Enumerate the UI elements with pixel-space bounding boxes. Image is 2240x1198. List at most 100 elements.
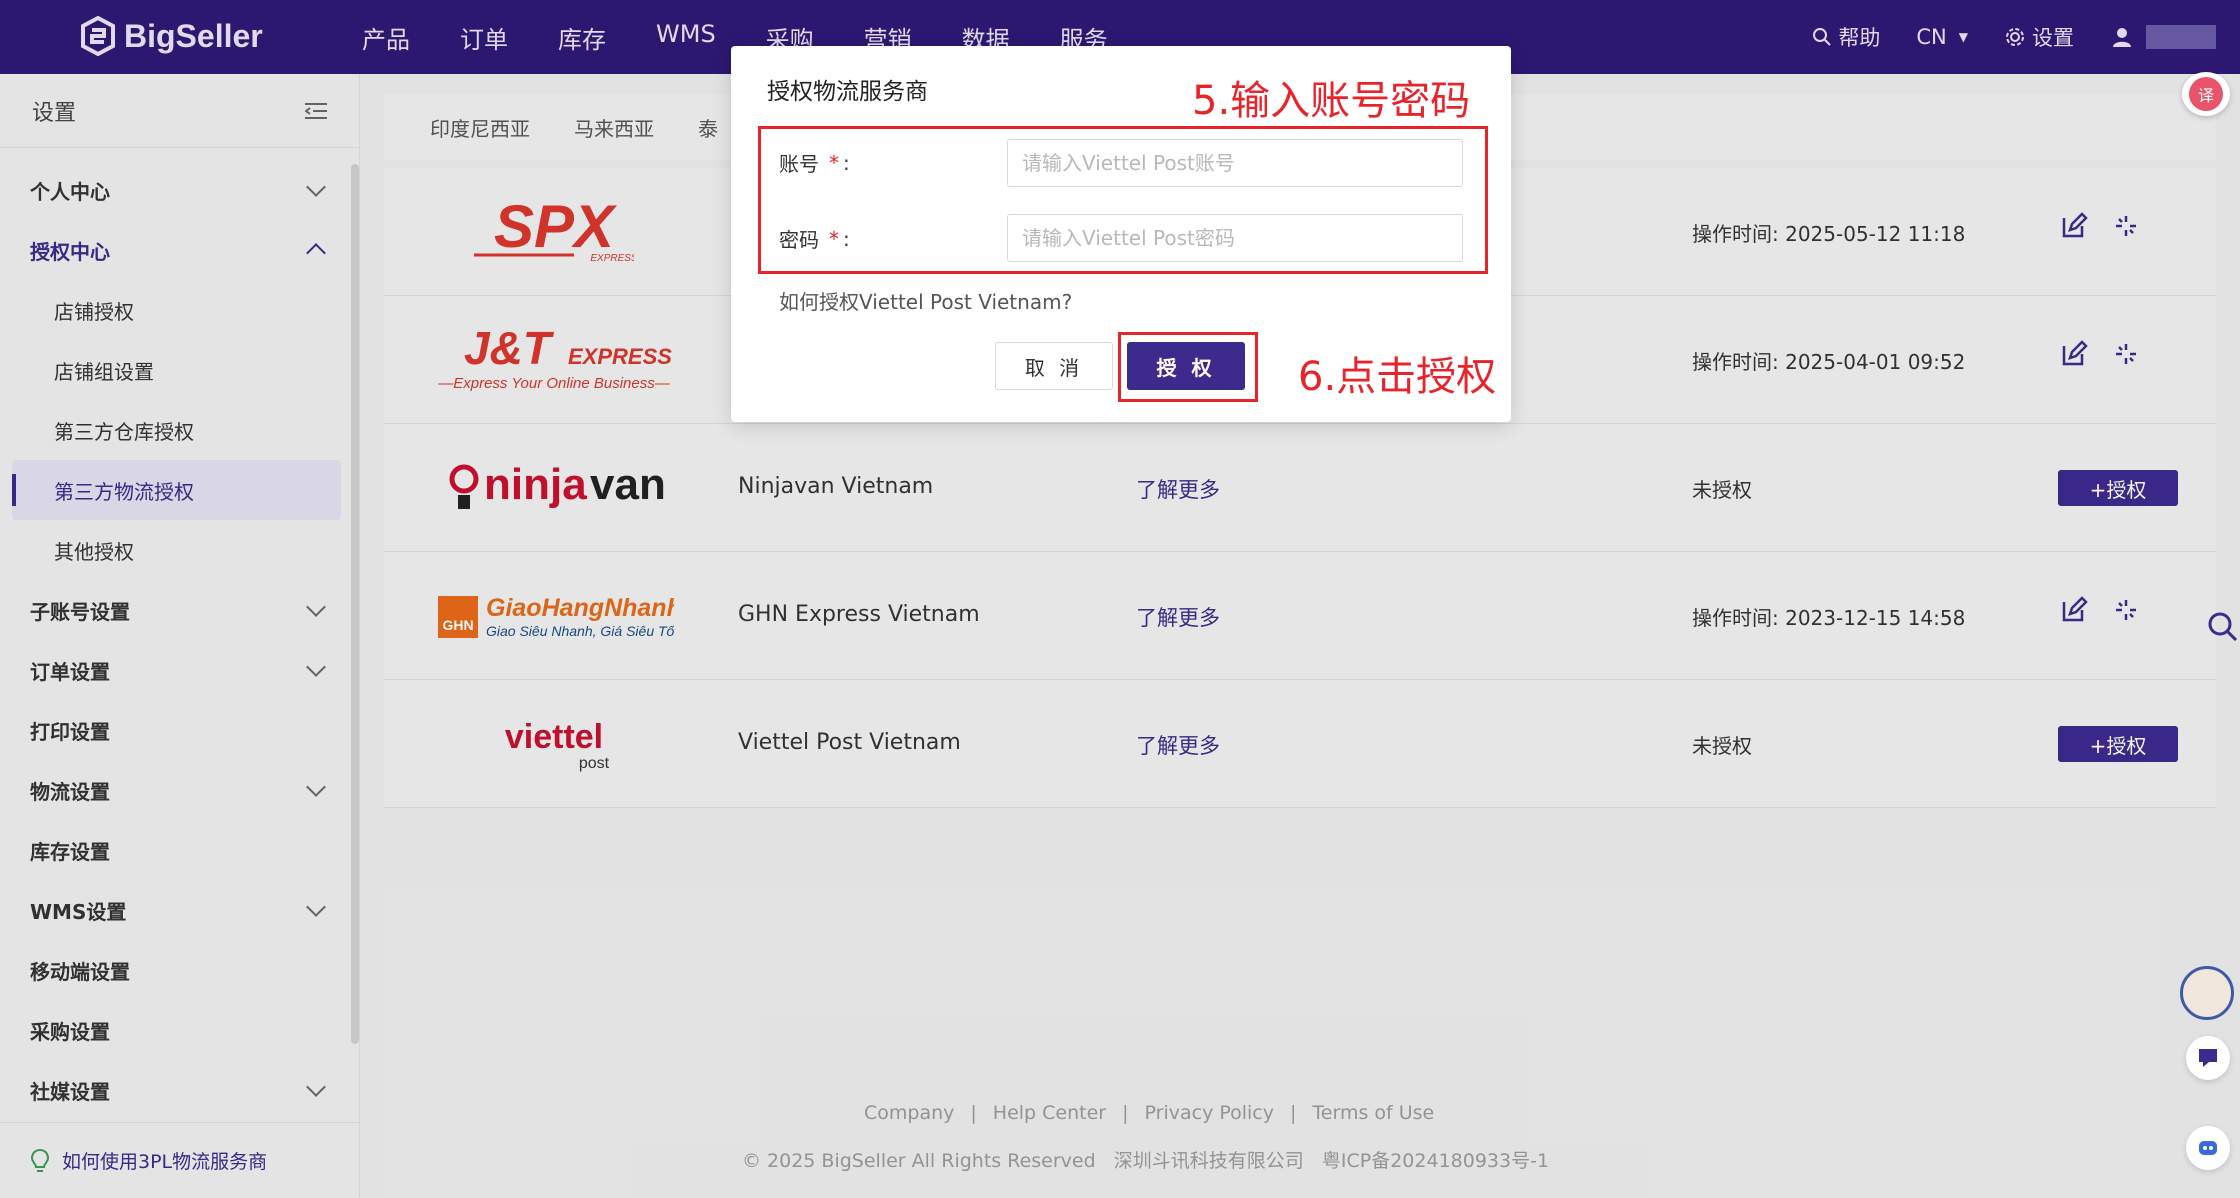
sidebar-item-label: 店铺授权 (54, 299, 134, 324)
chevron-down-icon (306, 597, 326, 617)
help-button[interactable]: 帮助 (1812, 22, 1880, 52)
sidebar-item-order-settings[interactable]: 订单设置 (0, 640, 359, 700)
unlink-icon[interactable] (2112, 340, 2140, 368)
gear-icon (2006, 28, 2024, 46)
tab-thailand[interactable]: 泰 (698, 113, 718, 142)
sidebar-item-label: 其他授权 (54, 539, 134, 564)
nav-orders[interactable]: 订单 (460, 20, 508, 55)
tab-indonesia[interactable]: 印度尼西亚 (430, 113, 530, 142)
collapse-menu-icon[interactable] (305, 102, 327, 120)
row-actions (2060, 212, 2140, 240)
search-float-icon[interactable] (2206, 610, 2240, 644)
chevron-down-icon (306, 657, 326, 677)
svg-text:van: van (590, 460, 664, 509)
modal-title: 授权物流服务商 (767, 79, 928, 105)
sidebar-item-store-group[interactable]: 店铺组设置 (0, 340, 359, 400)
row-actions (2060, 596, 2140, 624)
nav-inventory[interactable]: 库存 (558, 20, 606, 55)
authorize-button[interactable]: +授权 (2058, 726, 2178, 762)
footer-link-company[interactable]: Company (864, 1102, 954, 1124)
language-label: CN (1916, 25, 1947, 49)
provider-name: GHN Express Vietnam (738, 602, 980, 627)
sidebar-item-store-auth[interactable]: 店铺授权 (0, 280, 359, 340)
ninjavan-logo: ninja van (434, 424, 674, 552)
sidebar-menu: 个人中心 授权中心 店铺授权 店铺组设置 第三方仓库授权 第三方物流授权 其他授… (0, 148, 359, 1120)
assistant-widget[interactable] (2186, 1126, 2230, 1170)
sidebar-footer-help[interactable]: 如何使用3PL物流服务商 (0, 1122, 360, 1198)
auth-status: 未授权 (1692, 478, 1752, 502)
annotation-step5: 5.输入账号密码 (1192, 78, 1471, 124)
sidebar-scrollbar[interactable] (351, 164, 359, 1044)
user-icon[interactable] (2110, 25, 2134, 49)
support-agent-avatar[interactable] (2180, 966, 2234, 1020)
sidebar-item-logistics-settings[interactable]: 物流设置 (0, 760, 359, 820)
learn-more-link[interactable]: 了解更多 (1136, 474, 1220, 504)
edit-icon[interactable] (2060, 212, 2088, 240)
spx-logo: SPX EXPRESS (434, 168, 674, 296)
settings-button[interactable]: 设置 (2004, 22, 2074, 52)
sidebar-item-label: 店铺组设置 (54, 359, 154, 384)
cancel-button[interactable]: 取 消 (995, 342, 1113, 390)
how-to-authorize-link[interactable]: 如何授权Viettel Post Vietnam? (779, 286, 1072, 315)
annotation-box-authorize (1118, 332, 1258, 402)
svg-text:GHN: GHN (442, 617, 473, 633)
caret-down-icon: ▼ (1958, 30, 1968, 44)
unlink-icon[interactable] (2112, 212, 2140, 240)
tab-malaysia[interactable]: 马来西亚 (574, 113, 654, 142)
bot-icon (2199, 1141, 2217, 1155)
sidebar-item-sub-account[interactable]: 子账号设置 (0, 580, 359, 640)
edit-icon[interactable] (2060, 340, 2088, 368)
sidebar-item-purchase-settings[interactable]: 采购设置 (0, 1000, 359, 1060)
row-actions (2060, 340, 2140, 368)
provider-name: Ninjavan Vietnam (738, 474, 934, 499)
sidebar-item-social-settings[interactable]: 社媒设置 (0, 1060, 359, 1120)
sidebar-item-inventory-settings[interactable]: 库存设置 (0, 820, 359, 880)
username-redacted[interactable] (2146, 25, 2216, 49)
jt-express-logo: J&T EXPRESS —Express Your Online Business— (434, 296, 674, 424)
sidebar-item-3rd-logistics-auth[interactable]: 第三方物流授权 (12, 460, 341, 520)
sidebar-item-mobile-settings[interactable]: 移动端设置 (0, 940, 359, 1000)
sidebar-item-label: 物流设置 (30, 779, 110, 804)
footer-link-terms[interactable]: Terms of Use (1312, 1102, 1434, 1124)
footer-link-help[interactable]: Help Center (993, 1102, 1106, 1124)
nav-products[interactable]: 产品 (362, 20, 410, 55)
svg-text:J&T: J&T (464, 322, 555, 374)
search-icon (1813, 28, 1832, 46)
svg-text:EXPRESS: EXPRESS (590, 253, 634, 264)
translate-widget[interactable]: 译 (2182, 72, 2230, 116)
learn-more-link[interactable]: 了解更多 (1136, 602, 1220, 632)
sidebar-item-personal-center[interactable]: 个人中心 (0, 160, 359, 220)
chat-widget[interactable] (2186, 1036, 2230, 1080)
svg-text:SPX: SPX (494, 197, 618, 260)
learn-more-link[interactable]: 了解更多 (1136, 730, 1220, 760)
sidebar-item-label: 第三方仓库授权 (54, 419, 194, 444)
unlink-icon[interactable] (2112, 596, 2140, 624)
footer-copyright: © 2025 BigSeller All Rights Reserved 深圳斗… (742, 1150, 1550, 1172)
svg-text:Giao Siêu Nhanh, Giá Siêu Tốt: Giao Siêu Nhanh, Giá Siêu Tốt (486, 623, 674, 639)
sidebar-item-authorization-center[interactable]: 授权中心 (0, 220, 359, 280)
sidebar-header: 设置 (0, 74, 359, 148)
ghn-logo: GHN GiaoHangNhanh Giao Siêu Nhanh, Giá Siê… (434, 552, 674, 680)
sidebar-item-3rd-warehouse-auth[interactable]: 第三方仓库授权 (0, 400, 359, 460)
svg-text:post: post (579, 755, 610, 772)
sidebar-footer-link: 如何使用3PL物流服务商 (62, 1151, 268, 1173)
chat-icon (2199, 1049, 2217, 1067)
authorize-button[interactable]: +授权 (2058, 470, 2178, 506)
viettel-post-logo: viettel post (434, 680, 674, 808)
bigseller-logo[interactable]: BigSeller (80, 16, 263, 56)
sidebar-item-print-settings[interactable]: 打印设置 (0, 700, 359, 760)
sidebar-title: 设置 (32, 100, 77, 126)
footer-link-privacy[interactable]: Privacy Policy (1145, 1102, 1274, 1124)
language-dropdown[interactable]: CN ▼ (1916, 25, 1968, 49)
svg-text:—Express Your Online Business—: —Express Your Online Business— (437, 375, 670, 392)
sidebar-item-label: 授权中心 (30, 239, 110, 264)
top-right-tools: 帮助 CN ▼ 设置 (1812, 22, 2240, 52)
edit-icon[interactable] (2060, 596, 2088, 624)
nav-wms[interactable]: WMS (656, 20, 716, 55)
sidebar-item-wms-settings[interactable]: WMS设置 (0, 880, 359, 940)
chevron-down-icon (306, 897, 326, 917)
sidebar-item-other-auth[interactable]: 其他授权 (0, 520, 359, 580)
chevron-down-icon (306, 1077, 326, 1097)
table-row: ninja van Ninjavan Vietnam 了解更多 未授权 +授权 (384, 424, 2216, 552)
svg-text:GiaoHangNhanh: GiaoHangNhanh (486, 594, 674, 622)
